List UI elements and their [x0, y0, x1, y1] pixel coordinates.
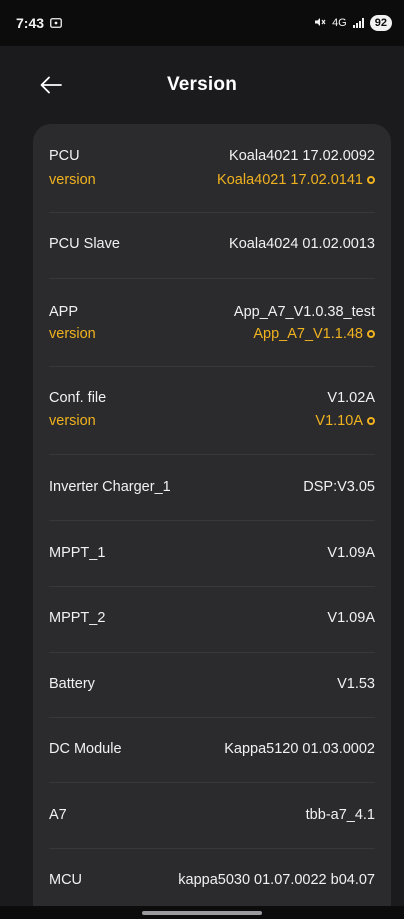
row-sub-label: version	[49, 326, 96, 342]
row-value: V1.09A	[327, 545, 375, 561]
update-version: App_A7_V1.1.48	[253, 326, 363, 342]
row-pcu-slave: PCU Slave Koala4024 01.02.0013	[49, 212, 375, 279]
row-inverter-charger: Inverter Charger_1 DSP:V3.05	[49, 454, 375, 521]
row-value: kappa5030 01.07.0022 b04.07	[178, 872, 375, 888]
update-link[interactable]: App_A7_V1.1.48	[253, 326, 375, 342]
row-mcu: MCU kappa5030 01.07.0022 b04.07	[49, 848, 375, 910]
update-link[interactable]: Koala4021 17.02.0141	[217, 172, 375, 188]
row-label: MCU	[49, 872, 83, 888]
row-conf-file: Conf. file V1.02A version V1.10A	[49, 366, 375, 455]
update-dot-icon	[367, 330, 375, 338]
status-right: 4G 92	[314, 15, 392, 31]
row-value: Kappa5120 01.03.0002	[224, 741, 375, 757]
row-dc-module: DC Module Kappa5120 01.03.0002	[49, 717, 375, 783]
screen-cast-icon	[50, 15, 62, 31]
update-dot-icon	[367, 176, 375, 184]
row-label: MPPT_1	[49, 545, 106, 561]
row-label: APP	[49, 304, 79, 320]
row-value: V1.02A	[327, 390, 375, 406]
row-label: PCU Slave	[49, 236, 120, 252]
row-label: PCU	[49, 148, 80, 164]
signal-icon	[352, 18, 364, 28]
row-value: DSP:V3.05	[303, 479, 375, 495]
row-mppt-2: MPPT_2 V1.09A	[49, 586, 375, 653]
row-label: Battery	[49, 676, 95, 692]
row-app: APP App_A7_V1.0.38_test version App_A7_V…	[49, 278, 375, 367]
row-label: Inverter Charger_1	[49, 479, 171, 495]
row-label: MPPT_2	[49, 610, 106, 626]
row-value: tbb-a7_4.1	[305, 807, 375, 823]
row-value: Koala4021 17.02.0092	[229, 148, 375, 164]
version-list-card: PCU Koala4021 17.02.0092 version Koala40…	[33, 124, 391, 910]
network-type: 4G	[332, 17, 347, 29]
row-a7: A7 tbb-a7_4.1	[49, 782, 375, 849]
row-value: App_A7_V1.0.38_test	[233, 304, 375, 320]
row-value: V1.09A	[327, 610, 375, 626]
battery-badge: 92	[369, 15, 392, 31]
row-value: V1.53	[337, 676, 375, 692]
update-link[interactable]: V1.10A	[315, 413, 375, 429]
update-dot-icon	[367, 417, 375, 425]
update-version: V1.10A	[315, 413, 363, 429]
row-label: DC Module	[49, 741, 122, 757]
status-time: 7:43	[16, 15, 45, 31]
row-label: A7	[49, 807, 67, 823]
row-label: Conf. file	[49, 390, 107, 406]
row-pcu: PCU Koala4021 17.02.0092 version Koala40…	[49, 124, 375, 213]
mute-icon	[314, 17, 326, 30]
home-indicator[interactable]	[142, 911, 262, 915]
row-value: Koala4024 01.02.0013	[229, 236, 375, 252]
status-bar: 7:43 4G 92	[0, 0, 404, 46]
row-battery: Battery V1.53	[49, 652, 375, 718]
row-sub-label: version	[49, 413, 96, 429]
update-version: Koala4021 17.02.0141	[217, 172, 363, 188]
status-left: 7:43	[16, 15, 62, 31]
row-sub-label: version	[49, 172, 96, 188]
row-mppt-1: MPPT_1 V1.09A	[49, 520, 375, 587]
page-title: Version	[166, 74, 238, 95]
header: Version	[0, 46, 404, 124]
